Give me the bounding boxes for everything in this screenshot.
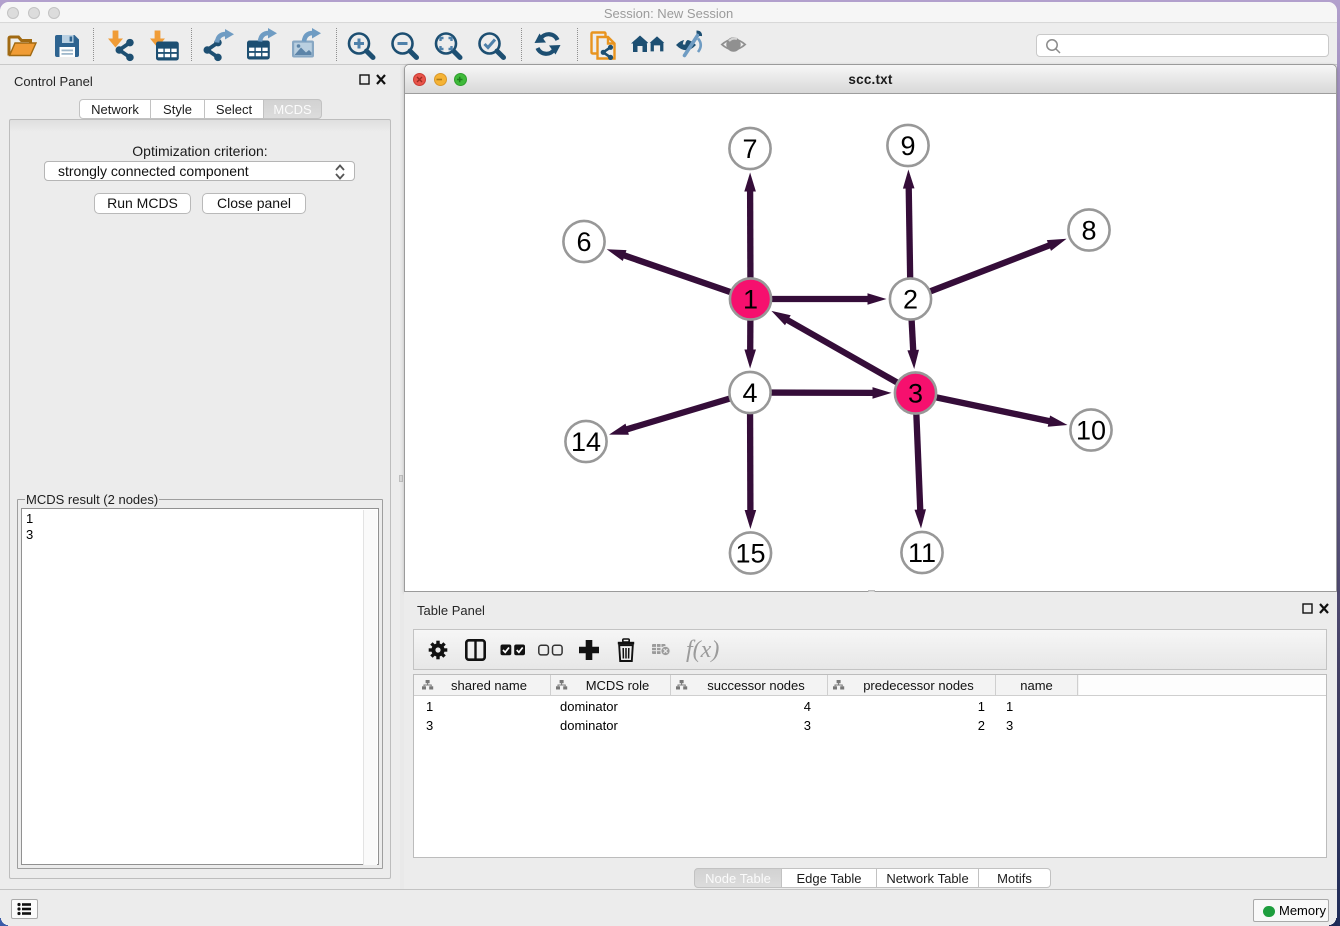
svg-text:8: 8 xyxy=(1081,216,1096,246)
svg-text:11: 11 xyxy=(908,538,936,568)
svg-text:f(x): f(x) xyxy=(686,637,719,663)
svg-text:7: 7 xyxy=(742,134,757,164)
svg-text:6: 6 xyxy=(576,227,591,257)
svg-text:3: 3 xyxy=(908,379,923,409)
svg-text:2: 2 xyxy=(903,285,918,315)
svg-text:9: 9 xyxy=(900,131,915,161)
svg-text:15: 15 xyxy=(735,539,765,569)
svg-text:14: 14 xyxy=(571,427,601,457)
svg-text:4: 4 xyxy=(742,378,757,408)
svg-text:10: 10 xyxy=(1076,416,1106,446)
svg-text:1: 1 xyxy=(743,285,758,315)
